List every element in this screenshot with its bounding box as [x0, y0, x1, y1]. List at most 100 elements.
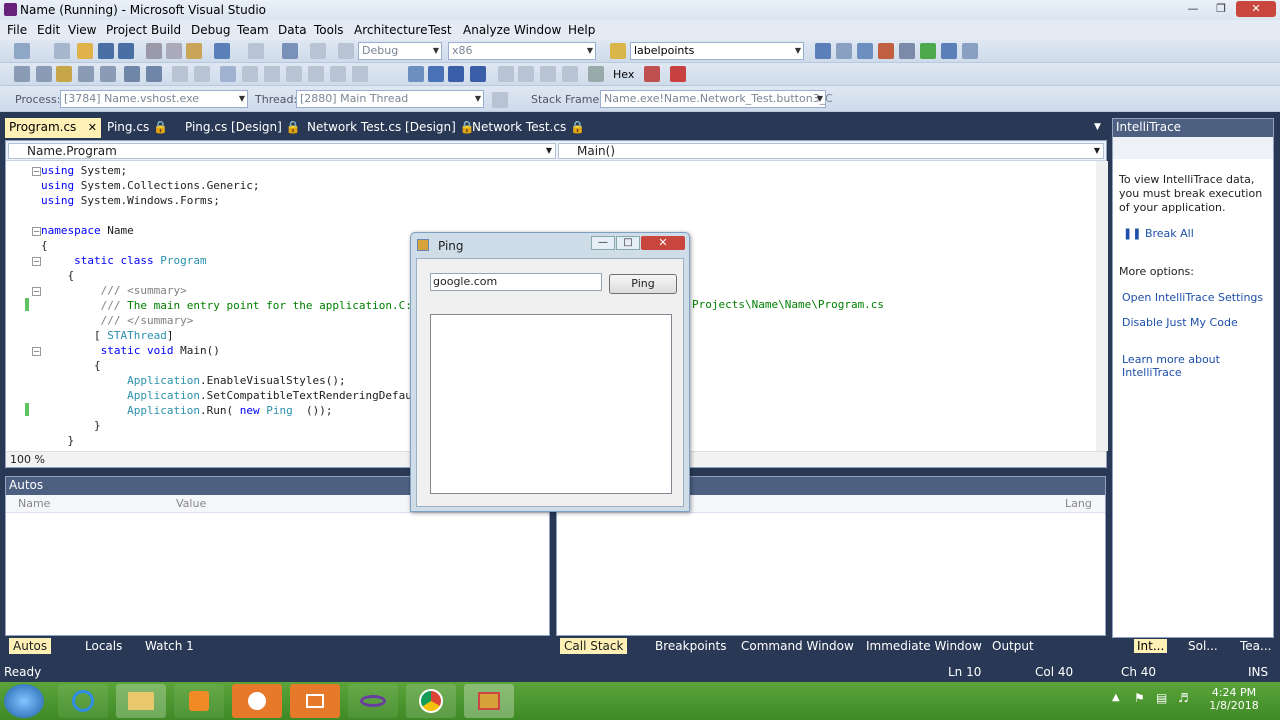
show-hidden-icons-icon[interactable]: ▲ [1112, 692, 1120, 703]
action-center-icon[interactable]: ⚑ [1134, 691, 1145, 705]
learn-more-link[interactable]: Learn more about IntelliTrace [1122, 353, 1273, 379]
menu-window[interactable]: Window [514, 23, 561, 37]
tab-intellitrace[interactable]: Int... [1134, 639, 1168, 653]
code-line[interactable]: /// </summary> [41, 313, 419, 328]
menu-file[interactable]: File [7, 23, 27, 37]
tab-command-window[interactable]: Command Window [741, 639, 854, 653]
break-all-icon[interactable] [428, 66, 444, 82]
start-icon[interactable] [338, 43, 354, 59]
bookmark-icon[interactable] [220, 66, 236, 82]
code-line[interactable]: [ STAThread] [41, 328, 419, 343]
code-line[interactable]: using System; [41, 163, 419, 178]
code-line[interactable]: { [41, 358, 419, 373]
code-line[interactable]: static void Main() [41, 343, 419, 358]
column-name[interactable]: Name [18, 497, 50, 510]
code-line[interactable]: } [41, 418, 419, 433]
code-line[interactable] [41, 208, 419, 223]
collapse-icon[interactable]: − [32, 257, 41, 266]
menu-project[interactable]: Project [106, 23, 147, 37]
code-line[interactable]: namespace Name [41, 223, 419, 238]
find-in-files-icon[interactable] [610, 43, 626, 59]
tab-watch-1[interactable]: Watch 1 [145, 639, 194, 653]
tab-team-explorer[interactable]: Tea... [1240, 639, 1271, 653]
copy-icon[interactable] [166, 43, 182, 59]
previous-bookmark-icon[interactable] [242, 66, 258, 82]
vertical-scrollbar[interactable] [1096, 161, 1108, 451]
minimize-icon[interactable]: — [591, 236, 615, 250]
redo-icon[interactable] [248, 43, 264, 59]
bookmark-folder-icon[interactable] [308, 66, 324, 82]
zoom-level[interactable]: 100 % [10, 453, 45, 466]
collapse-icon[interactable]: − [32, 347, 41, 356]
next-bookmark-in-folder-icon[interactable] [330, 66, 346, 82]
menu-team[interactable]: Team [237, 23, 269, 37]
maximize-icon[interactable]: □ [616, 236, 640, 250]
close-icon[interactable]: ✕ [641, 236, 685, 250]
code-line[interactable]: { [41, 268, 419, 283]
ping-window[interactable]: Ping — □ ✕ google.com Ping [410, 232, 690, 512]
undo-icon[interactable] [214, 43, 230, 59]
column-value[interactable]: Value [176, 497, 206, 510]
tab-program-cs[interactable]: Program.cs ✕ [5, 118, 101, 138]
code-line[interactable]: } [41, 433, 419, 448]
tab-locals[interactable]: Locals [85, 639, 122, 653]
next-bookmark-icon[interactable] [264, 66, 280, 82]
internet-explorer-icon[interactable] [58, 684, 108, 718]
menu-architecture[interactable]: Architecture [354, 23, 427, 37]
collapse-icon[interactable]: − [32, 227, 41, 236]
show-next-statement-icon[interactable] [498, 66, 514, 82]
word-wrap-icon[interactable] [78, 66, 94, 82]
save-icon[interactable] [98, 43, 114, 59]
code-line[interactable]: { [41, 238, 419, 253]
host-input[interactable]: google.com [430, 273, 602, 291]
members-dropdown[interactable]: Main() ▼ [558, 143, 1104, 159]
code-text[interactable]: using System; using System.Collections.Ge… [41, 163, 419, 448]
step-into-icon[interactable] [518, 66, 534, 82]
cut-icon[interactable] [146, 43, 162, 59]
solution-explorer-icon[interactable] [815, 43, 831, 59]
code-line[interactable]: using System.Collections.Generic; [41, 178, 419, 193]
start-button-icon[interactable] [4, 684, 44, 718]
comment-out-icon[interactable] [172, 66, 188, 82]
code-line[interactable]: using System.Windows.Forms; [41, 193, 419, 208]
find-combo[interactable]: labelpoints ▼ [630, 42, 804, 60]
extension-manager-icon[interactable] [899, 43, 915, 59]
solution-configuration-dropdown[interactable]: Debug ▼ [358, 42, 442, 60]
column-language[interactable]: Lang [1065, 497, 1092, 510]
menu-edit[interactable]: Edit [37, 23, 60, 37]
collapse-icon[interactable]: − [32, 287, 41, 296]
paste-icon[interactable] [186, 43, 202, 59]
menu-test[interactable]: Test [428, 23, 452, 37]
tab-network-test-cs[interactable]: Network Test.cs 🔒 [468, 118, 589, 138]
find-icon[interactable] [588, 66, 604, 82]
collapse-icon[interactable]: − [32, 167, 41, 176]
process-dropdown[interactable]: [3784] Name.vshost.exe ▼ [60, 90, 248, 108]
save-all-icon[interactable] [118, 43, 134, 59]
break-all-link[interactable]: ❚❚ Break All [1123, 227, 1194, 240]
clock[interactable]: 4:24 PM 1/8/2018 [1208, 686, 1260, 712]
tab-autos[interactable]: Autos [9, 638, 52, 654]
disable-just-my-code-link[interactable]: Disable Just My Code [1122, 316, 1238, 329]
object-browser-icon[interactable] [857, 43, 873, 59]
stop-debugging-icon[interactable] [448, 66, 464, 82]
tab-ping-design[interactable]: Ping.cs [Design] 🔒 [181, 118, 305, 138]
tab-overflow-icon[interactable]: ▼ [1090, 118, 1105, 138]
chrome-icon[interactable] [406, 684, 456, 718]
navigate-forward-icon[interactable] [310, 43, 326, 59]
tab-call-stack[interactable]: Call Stack [560, 638, 628, 654]
open-settings-link[interactable]: Open IntelliTrace Settings [1122, 291, 1263, 304]
tab-output[interactable]: Output [992, 639, 1034, 653]
properties-icon[interactable] [836, 43, 852, 59]
menu-data[interactable]: Data [278, 23, 307, 37]
types-dropdown[interactable]: Name.Program ▼ [8, 143, 556, 159]
tab-immediate-window[interactable]: Immediate Window [866, 639, 982, 653]
close-icon[interactable]: ✕ [88, 118, 97, 137]
camera-app-icon[interactable] [290, 684, 340, 718]
hex-toggle[interactable]: Hex [613, 68, 634, 81]
start-page-icon[interactable] [920, 43, 936, 59]
parameter-info-icon[interactable] [36, 66, 52, 82]
toolbox-icon[interactable] [878, 43, 894, 59]
file-explorer-icon[interactable] [116, 684, 166, 718]
minimize-icon[interactable]: — [1180, 1, 1206, 17]
tab-breakpoints[interactable]: Breakpoints [655, 639, 726, 653]
